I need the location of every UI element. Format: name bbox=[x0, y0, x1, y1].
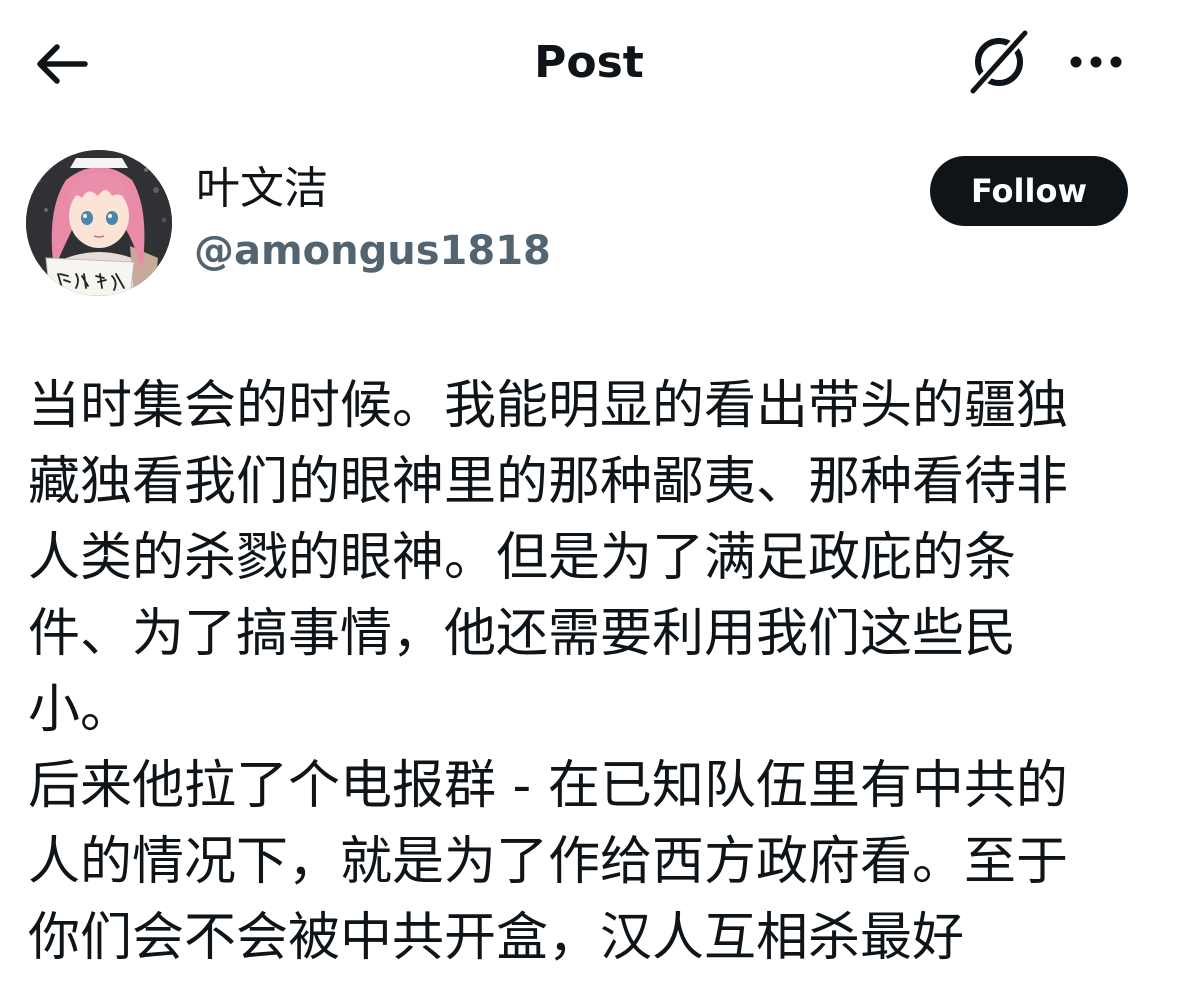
post-text-line: 藏独看我们的眼神里的那种鄙夷、那种看待非 bbox=[28, 452, 1069, 512]
avatar[interactable] bbox=[26, 150, 172, 296]
more-options-button[interactable] bbox=[1058, 36, 1134, 88]
post-text: 当时集会的时候。我能明显的看出带头的疆独 藏独看我们的眼神里的那种鄙夷、那种看待… bbox=[28, 368, 1138, 976]
more-horizontal-icon bbox=[1070, 56, 1122, 68]
post-text-line: 你们会不会被中共开盒，汉人互相杀最好 bbox=[28, 908, 965, 968]
grok-button[interactable] bbox=[960, 26, 1038, 98]
post-text-line: 人的情况下，就是为了作给西方政府看。至于 bbox=[28, 832, 1069, 892]
follow-button[interactable]: Follow bbox=[930, 156, 1128, 226]
arrow-left-icon bbox=[37, 44, 88, 84]
post-text-line: 件、为了搞事情，他还需要利用我们这些民 bbox=[28, 604, 1017, 664]
post-text-line: 当时集会的时候。我能明显的看出带头的疆独 bbox=[28, 376, 1069, 436]
top-bar: Post bbox=[0, 0, 1178, 125]
back-button[interactable] bbox=[28, 36, 94, 92]
post-text-line: 人类的杀戮的眼神。但是为了满足政庇的条 bbox=[28, 528, 1017, 588]
author-handle[interactable]: @amongus1818 bbox=[194, 222, 551, 280]
post-text-line: 后来他拉了个电报群 - 在已知队伍里有中共的 bbox=[28, 756, 1068, 816]
post-text-line: 小。 bbox=[28, 680, 133, 740]
avatar-image bbox=[26, 150, 172, 296]
grok-icon bbox=[967, 29, 1031, 95]
author-name[interactable]: 叶文洁 bbox=[196, 160, 328, 218]
